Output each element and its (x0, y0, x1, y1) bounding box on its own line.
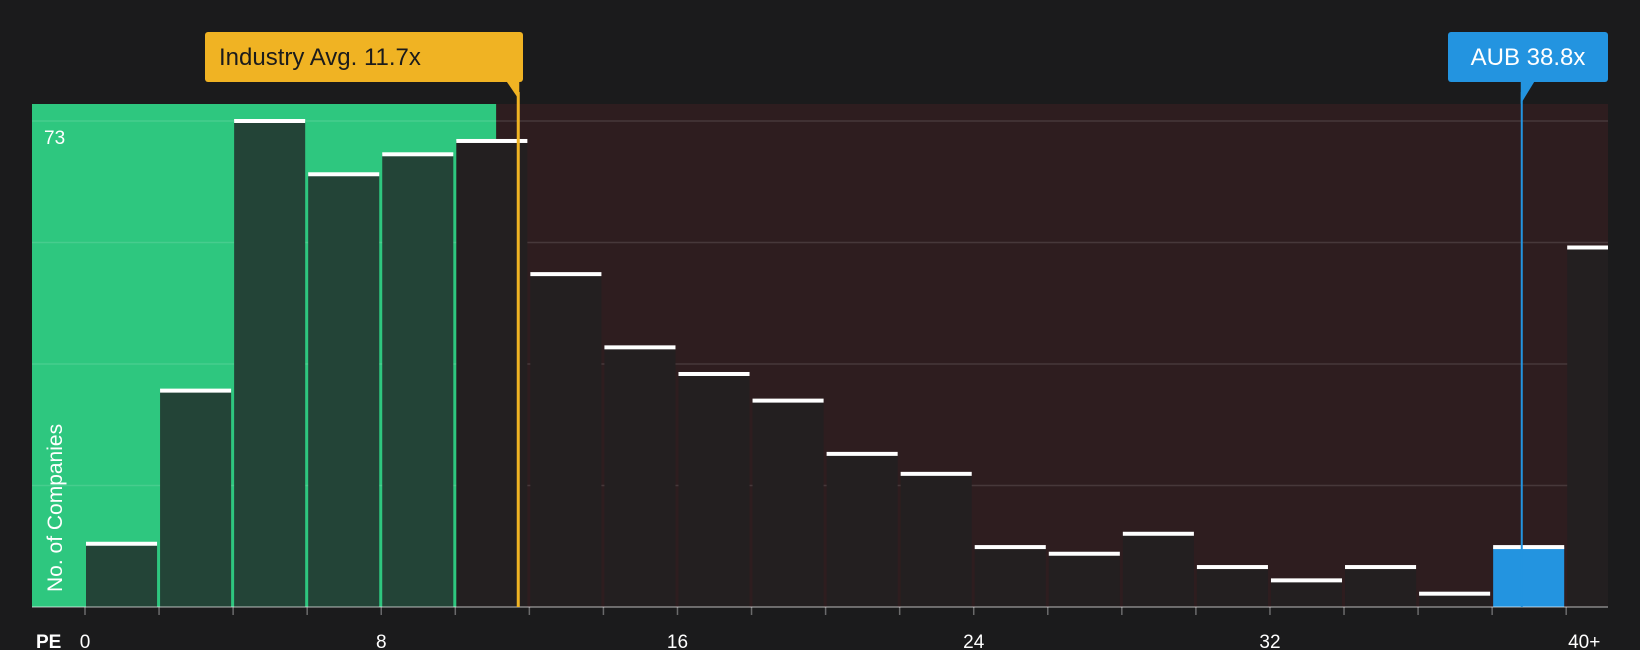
histogram-bar (86, 543, 158, 607)
bar-top-line (1345, 565, 1417, 570)
histogram-bar (1196, 567, 1268, 607)
histogram-bar (752, 400, 824, 607)
y-max-label: 73 (44, 128, 65, 149)
histogram-bar (160, 390, 232, 607)
histogram-bar (1493, 547, 1565, 607)
histogram-bar (1048, 553, 1120, 607)
histogram-bar (234, 121, 306, 607)
histogram-bar (900, 473, 972, 607)
bar-top-line (678, 371, 750, 376)
histogram-bar (382, 154, 454, 608)
bar-top-line (1567, 245, 1608, 250)
industry-avg-label: Industry Avg. 11.7x (219, 44, 421, 71)
histogram-bar (826, 453, 898, 607)
histogram-bar (604, 347, 676, 607)
bar-top-line (234, 119, 306, 123)
x-tick-label: 0 (80, 632, 91, 650)
histogram-bar (678, 373, 750, 607)
histogram-bar (1345, 567, 1417, 607)
bar-top-line (1493, 545, 1565, 550)
bar-top-line (1270, 578, 1343, 583)
y-axis-title: No. of Companies (44, 424, 67, 592)
histogram-bar (1122, 533, 1194, 607)
x-axis-title: PE (36, 632, 61, 650)
x-axis: PE 0 8 16 24 32 40+ (32, 606, 1608, 650)
x-tick-label: 32 (1259, 632, 1280, 650)
bar-top-line (1196, 565, 1268, 570)
bar-top-line (1122, 531, 1194, 536)
bar-top-line (530, 272, 602, 277)
x-tick-label: 24 (963, 632, 985, 650)
histogram-bar (1270, 580, 1343, 607)
bar-top-line (1419, 591, 1491, 596)
histogram-bar (308, 174, 380, 608)
bar-top-line (160, 388, 232, 393)
histogram-bar (456, 140, 528, 607)
pe-distribution-chart: PE 0 8 16 24 32 40+ No. of Companies 73 Indus… (32, 32, 1609, 650)
bar-top-line (382, 152, 454, 157)
x-tick-label: 40+ (1568, 632, 1600, 650)
histogram-bar (1567, 247, 1608, 607)
bar-top-line (86, 541, 158, 546)
histogram-bar (530, 274, 602, 607)
x-tick-label: 16 (667, 632, 688, 650)
bar-top-line (826, 451, 898, 456)
bar-top-line (974, 545, 1046, 550)
bar-top-line (604, 345, 676, 350)
bar-top-line (456, 138, 528, 143)
bar-top-line (1048, 551, 1120, 556)
histogram-bar (974, 547, 1046, 607)
bar-top-line (752, 398, 824, 403)
x-tick-label: 8 (376, 632, 387, 650)
bar-top-line (308, 172, 380, 177)
bar-top-line (900, 471, 972, 476)
company-pointer (1520, 81, 1535, 104)
company-label: AUB 38.8x (1471, 44, 1586, 71)
